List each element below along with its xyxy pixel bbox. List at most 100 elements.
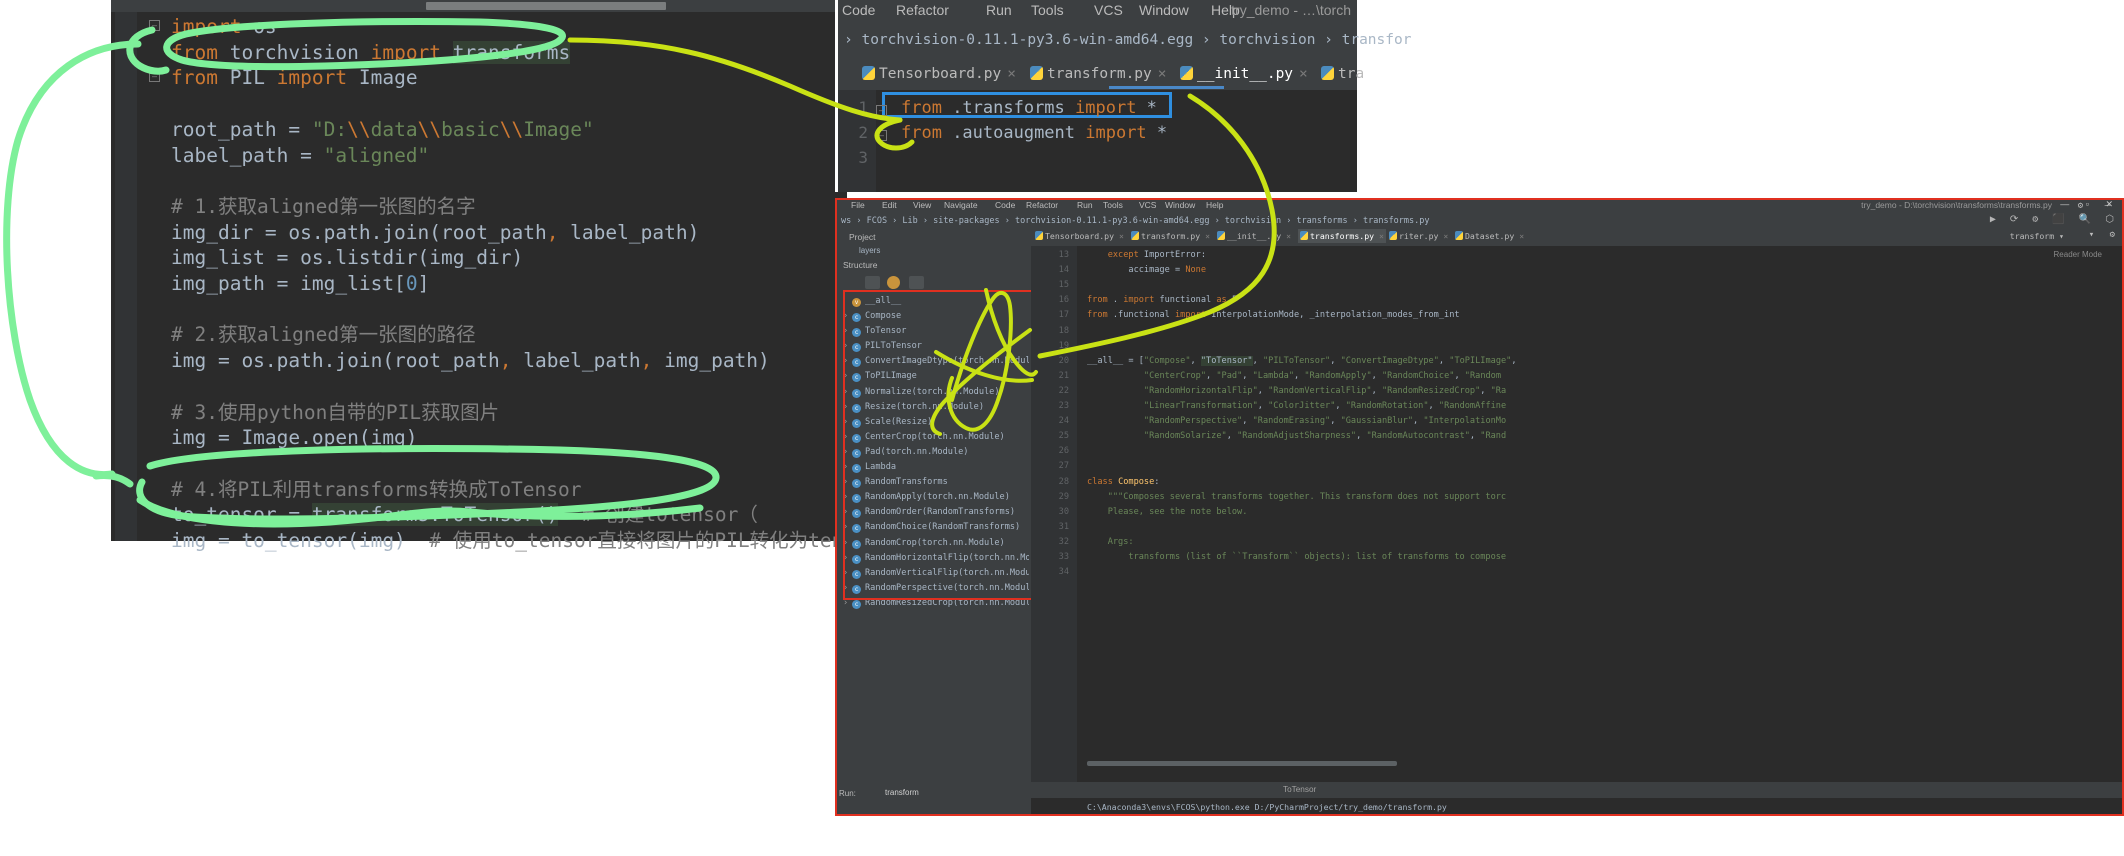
editor-code-area[interactable]: – import os from torchvision import transf… — [139, 14, 879, 552]
menu-item-edit[interactable]: Edit — [882, 200, 897, 210]
structure-toolbar[interactable] — [843, 276, 1023, 290]
structure-tree-item[interactable]: › c Pad(torch.nn.Module) — [843, 445, 1029, 460]
code-line[interactable]: # 2.获取aligned第一张图的路径 — [171, 322, 476, 348]
code-line[interactable]: to_tensor = transforms.ToTensor() # 创建to… — [171, 502, 758, 528]
menu-item-window[interactable]: Window — [1139, 2, 1189, 18]
chevron-right-icon[interactable]: › — [843, 430, 852, 445]
fold-minus-icon[interactable]: – — [149, 71, 160, 83]
fold-minus-icon[interactable]: – — [876, 130, 887, 141]
code-line[interactable]: class Compose: — [1087, 477, 1159, 487]
menu-item-vcs[interactable]: VCS — [1094, 2, 1123, 18]
chevron-right-icon[interactable]: › — [843, 415, 852, 430]
code-line[interactable]: # 1.获取aligned第一张图的名字 — [171, 194, 476, 220]
run-configuration-selector[interactable]: transform ▾ — [2010, 229, 2064, 243]
structure-tree-item[interactable]: › c RandomCrop(torch.nn.Module) — [843, 536, 1029, 551]
run-tool-window-bar[interactable]: Run: transform — [835, 788, 1025, 800]
chevron-right-icon[interactable]: › — [843, 490, 852, 505]
editor-tab-transforms-py[interactable]: transforms.py × — [1298, 229, 1386, 243]
code-line[interactable]: from torchvision import transforms — [171, 40, 571, 66]
chevron-right-icon[interactable]: › — [843, 460, 852, 475]
menu-item-navigate[interactable]: Navigate — [944, 200, 978, 210]
structure-tree-item[interactable]: › c ToPILImage — [843, 369, 1029, 384]
horizontal-scrollbar-bottom[interactable] — [1087, 761, 1397, 766]
code-line[interactable]: – from .transforms import * — [876, 98, 1157, 118]
code-line[interactable]: "RandomPerspective", "RandomErasing", "G… — [1087, 416, 1506, 426]
code-line[interactable]: "RandomSolarize", "RandomAdjustSharpness… — [1087, 431, 1506, 441]
editor-tab-tra[interactable]: tra — [1321, 60, 1364, 88]
code-line[interactable]: "RandomHorizontalFlip", "RandomVerticalF… — [1087, 386, 1506, 396]
code-line[interactable]: from .functional import InterpolationMod… — [1087, 310, 1460, 320]
structure-tree-item[interactable]: › c Lambda — [843, 460, 1029, 475]
code-pane[interactable]: 1– from .transforms import * 2– from .autoa… — [838, 90, 1357, 192]
menu-item-help[interactable]: Help — [1206, 200, 1223, 210]
menu-item-code[interactable]: Code — [842, 2, 875, 18]
structure-tree-item[interactable]: › c RandomChoice(RandomTransforms) — [843, 520, 1029, 535]
init-py-window[interactable]: Code Refactor Run Tools VCS Window Help try_de… — [835, 0, 1411, 192]
code-line[interactable]: "CenterCrop", "Pad", "Lambda", "RandomAp… — [1087, 371, 1501, 381]
chevron-right-icon[interactable]: › — [843, 566, 852, 581]
structure-tree-item[interactable]: › c Normalize(torch.nn.Module) — [843, 385, 1029, 400]
transforms-py-window[interactable]: File Edit View Navigate Code Refactor Run Tools… — [835, 198, 2124, 816]
code-line[interactable]: label_path = "aligned" — [171, 143, 429, 169]
structure-tree-item[interactable]: › c RandomResizedCrop(torch.nn.Module) — [843, 596, 1029, 611]
code-line[interactable]: img = to_tensor(img) # 使用to_tensor直接将图片的… — [171, 528, 879, 554]
code-line[interactable]: img_list = os.listdir(img_dir) — [171, 245, 523, 271]
structure-tree-item[interactable]: › c RandomTransforms — [843, 475, 1029, 490]
expand-all-icon[interactable] — [909, 276, 924, 289]
code-line[interactable]: # 3.使用python自带的PIL获取图片 — [171, 400, 499, 426]
code-line[interactable]: – from PIL import Image — [149, 65, 418, 91]
code-line[interactable]: Please, see the note below. — [1087, 507, 1248, 517]
editor-tab-dataset-py[interactable]: Dataset.py × — [1455, 229, 1524, 243]
run-configuration-tab[interactable]: transform — [885, 788, 919, 797]
code-line[interactable]: – from .autoaugment import * — [876, 123, 1167, 143]
code-line[interactable]: accimage = None — [1087, 265, 1206, 275]
chevron-right-icon[interactable]: › — [843, 536, 852, 551]
editor-tab-riter-py[interactable]: riter.py × — [1389, 229, 1448, 243]
toolbar-icons[interactable]: ▶ ⟳ ⚙ ⬛ 🔍 ⬡ — [1990, 214, 2118, 225]
structure-tree-item[interactable]: v __all__ — [843, 294, 1029, 309]
chevron-right-icon[interactable]: › — [843, 400, 852, 415]
fields-icon[interactable] — [887, 276, 900, 289]
structure-tree-item[interactable]: › c Scale(Resize) — [843, 415, 1029, 430]
structure-tree-item[interactable]: › c ConvertImageDtype(torch.nn.Module) — [843, 354, 1029, 369]
editor-area-bottom[interactable]: Tensorboard.py × transform.py × __init__.p… — [1031, 228, 2124, 816]
structure-tree-item[interactable]: › c PILToTensor — [843, 339, 1029, 354]
editor-tab-actions[interactable]: ▾ ⚙ — [2089, 230, 2120, 240]
reader-mode-label[interactable]: Reader Mode — [2054, 250, 2102, 259]
breadcrumb-bottom[interactable]: ws › FCOS › Lib › site-packages › torchv… — [841, 216, 1430, 226]
chevron-right-icon[interactable]: › — [843, 324, 852, 339]
code-line[interactable]: except ImportError: — [1087, 250, 1206, 260]
structure-tree-item[interactable]: › c RandomApply(torch.nn.Module) — [843, 490, 1029, 505]
close-icon[interactable]: × — [1114, 231, 1124, 241]
chevron-right-icon[interactable]: › — [843, 596, 852, 611]
editor-tab---init---py[interactable]: __init__.py × — [1217, 229, 1291, 243]
close-icon[interactable]: × — [1299, 66, 1308, 82]
structure-tree-item[interactable]: › c RandomVerticalFlip(torch.nn.Module) — [843, 566, 1029, 581]
project-tree-row[interactable]: layers — [859, 246, 880, 255]
structure-tree-item[interactable]: › c CenterCrop(torch.nn.Module) — [843, 430, 1029, 445]
chevron-right-icon[interactable]: › — [843, 475, 852, 490]
menu-item-run[interactable]: Run — [986, 2, 1012, 18]
chevron-right-icon[interactable]: › — [843, 369, 852, 384]
close-icon[interactable]: × — [1007, 66, 1016, 82]
menu-item-view[interactable]: View — [913, 200, 931, 210]
chevron-right-icon[interactable]: › — [843, 309, 852, 324]
editor-tab-transform-py[interactable]: transform.py × — [1131, 229, 1210, 243]
sort-alpha-icon[interactable] — [843, 276, 858, 289]
editor-tab-bar[interactable]: Tensorboard.py × transform.py × __init__.py ×… — [838, 60, 1364, 90]
horizontal-scrollbar-thumb[interactable] — [426, 2, 666, 10]
chevron-right-icon[interactable]: › — [843, 551, 852, 566]
structure-tree-item[interactable]: ›c RandomHorizontalFlip(torch.nn.Module) — [843, 551, 1029, 566]
collapse-all-icon[interactable] — [931, 276, 946, 289]
run-console[interactable]: C:\Anaconda3\envs\FCOS\python.exe D:/PyC… — [1031, 798, 2124, 816]
menu-item-tools[interactable]: Tools — [1031, 2, 1064, 18]
code-line[interactable]: from . import functional as F — [1087, 295, 1237, 305]
menu-item-refactor[interactable]: Refactor — [896, 2, 949, 18]
menu-item-file[interactable]: File — [851, 200, 865, 210]
breadcrumb-items[interactable]: › torchvision-0.11.1-py3.6-win-amd64.egg… — [844, 32, 1411, 48]
code-line[interactable]: # 4.将PIL利用transforms转换成ToTensor — [171, 477, 582, 503]
chevron-right-icon[interactable]: › — [843, 385, 852, 400]
code-line[interactable]: img = Image.open(img) — [171, 425, 418, 451]
menu-item-run[interactable]: Run — [1077, 200, 1093, 210]
code-line[interactable]: transforms (list of ``Transform`` object… — [1087, 552, 1506, 562]
